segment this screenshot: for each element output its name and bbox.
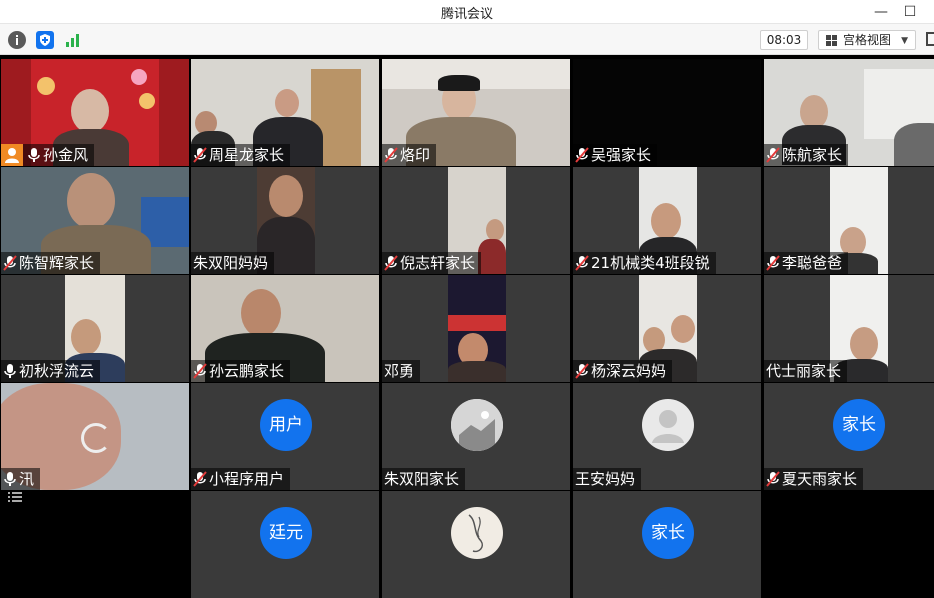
participant-name: 吴强家长 [591,146,652,164]
view-mode-label: 宫格视图 [843,33,892,47]
info-icon[interactable] [8,31,26,49]
avatar [451,399,503,451]
host-badge-icon [1,144,23,166]
avatar: 廷元 [260,507,312,559]
participant-name: 陈智辉家长 [19,254,95,272]
signal-icon[interactable] [64,31,82,49]
mic-muted-icon [766,471,780,487]
participant-name: 孙云鹏家长 [209,362,285,380]
shield-icon[interactable] [36,31,54,49]
participant-name: 王安妈妈 [575,470,636,488]
avatar [451,507,503,559]
participant-name: 邓勇 [384,362,415,380]
avatar: 用户 [260,399,312,451]
default-avatar-icon [642,399,694,451]
window-title: 腾讯会议 [440,7,493,22]
avatar: 家长 [642,507,694,559]
video-tile[interactable]: 家长 夏天雨家长 [764,383,934,490]
participant-name: 初秋浮流云 [19,362,95,380]
mic-muted-icon [575,147,589,163]
video-tile[interactable]: 杨深云妈妈 [573,275,761,382]
video-tile[interactable]: 朱双阳家长 [382,383,570,490]
video-tile[interactable]: 21机械类4班段锐 [573,167,761,274]
mic-muted-icon [193,363,207,379]
video-tile[interactable]: 李聪爸爸 [764,167,934,274]
participant-name: 李聪爸爸 [782,254,843,272]
empty-tile [764,491,934,598]
mic-muted-icon [193,471,207,487]
participant-name: 夏天雨家长 [782,470,858,488]
video-tile[interactable]: 廷元 [191,491,379,598]
mic-muted-icon [193,147,207,163]
mic-muted-icon [384,147,398,163]
participant-name: 朱双阳妈妈 [193,254,269,272]
minimize-icon[interactable]: — [870,2,892,22]
list-handle-icon[interactable] [8,488,22,502]
avatar: 家长 [833,399,885,451]
maximize-icon[interactable]: ☐ [899,2,921,22]
participant-name: 陈航家长 [782,146,843,164]
video-tile[interactable]: 邓勇 [382,275,570,382]
mic-muted-icon [575,255,589,271]
video-tile[interactable]: 倪志轩家长 [382,167,570,274]
participant-name: 朱双阳家长 [384,470,460,488]
video-tile[interactable]: 陈智辉家长 [1,167,189,274]
participant-name: 代士丽家长 [766,362,842,380]
video-tile[interactable]: 汛 [1,383,189,490]
video-tile[interactable]: 孙云鹏家长 [191,275,379,382]
participant-name: 周星龙家长 [209,146,285,164]
meeting-toolbar: 08:03 宫格视图 ▼ [0,24,934,55]
participant-name: 小程序用户 [209,470,285,488]
participant-name: 汛 [19,470,35,488]
participant-name: 倪志轩家长 [400,254,476,272]
window-titlebar: 腾讯会议 — ☐ [0,0,934,24]
video-tile[interactable]: 周星龙家长 [191,59,379,166]
mic-muted-icon [3,255,17,271]
mic-on-icon [27,147,41,163]
mic-muted-icon [766,147,780,163]
chevron-down-icon: ▼ [901,36,908,46]
video-tile[interactable] [382,491,570,598]
grid-view-icon [826,35,837,46]
view-mode-dropdown[interactable]: 宫格视图 ▼ [818,30,916,50]
video-tile[interactable]: 烙印 [382,59,570,166]
video-tile[interactable]: 初秋浮流云 [1,275,189,382]
mic-on-icon [3,471,17,487]
participant-name: 杨深云妈妈 [591,362,667,380]
video-tile[interactable]: 用户 小程序用户 [191,383,379,490]
video-tile[interactable]: 朱双阳妈妈 [191,167,379,274]
video-tile[interactable]: 王安妈妈 [573,383,761,490]
meeting-timer: 08:03 [760,30,808,50]
empty-tile [1,491,189,598]
mic-muted-icon [384,255,398,271]
mic-on-icon [3,363,17,379]
mic-muted-icon [766,255,780,271]
mic-muted-icon [575,363,589,379]
video-tile[interactable]: 代士丽家长 [764,275,934,382]
participant-name: 烙印 [400,146,431,164]
video-tile[interactable]: 家长 [573,491,761,598]
video-tile[interactable]: 孙金风 [1,59,189,166]
fullscreen-icon[interactable] [926,32,934,46]
participant-name: 孙金风 [43,146,89,164]
participant-name: 21机械类4班段锐 [591,254,710,272]
video-grid: 孙金风 周星龙家长 烙印 吴强家长 陈航家长 陈智辉家长 朱双阳妈妈 倪志轩家长… [0,56,934,598]
video-tile[interactable]: 陈航家长 [764,59,934,166]
video-tile[interactable]: 吴强家长 [573,59,761,166]
